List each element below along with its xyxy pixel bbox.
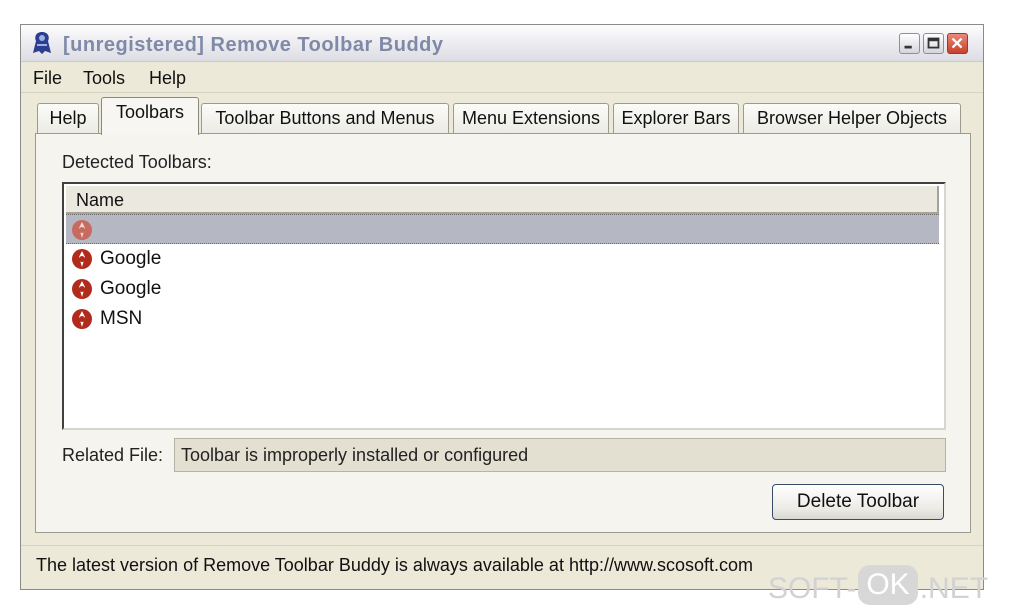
list-header[interactable]: Name xyxy=(66,186,939,214)
title-bar[interactable]: [unregistered] Remove Toolbar Buddy xyxy=(21,25,983,62)
maximize-icon xyxy=(927,37,940,49)
watermark-part-2: OK xyxy=(858,565,918,605)
list-item-label: MSN xyxy=(100,308,143,329)
detected-toolbars-label: Detected Toolbars: xyxy=(62,152,212,172)
tab-toolbars[interactable]: Toolbars xyxy=(101,97,199,135)
tab-browser-helper-objects[interactable]: Browser Helper Objects xyxy=(743,103,961,133)
toolbar-icon xyxy=(72,279,92,299)
minimize-icon xyxy=(904,45,912,49)
related-file-label: Related File: xyxy=(62,445,164,465)
close-icon xyxy=(951,37,963,49)
list-item-label: Google xyxy=(100,278,162,299)
list-item[interactable]: MSN xyxy=(66,304,939,334)
toolbars-panel: Detected Toolbars: Name Google Google MS… xyxy=(35,133,971,533)
tab-help[interactable]: Help xyxy=(37,103,99,133)
toolbar-icon xyxy=(72,309,92,329)
watermark-part-1: SOFT- xyxy=(768,572,857,605)
tab-menu-extensions[interactable]: Menu Extensions xyxy=(453,103,609,133)
window-title: [unregistered] Remove Toolbar Buddy xyxy=(63,34,444,56)
watermark-part-3: .NET xyxy=(919,572,989,605)
close-button[interactable] xyxy=(947,33,968,54)
minimize-button[interactable] xyxy=(899,33,920,54)
maximize-button[interactable] xyxy=(923,33,944,54)
status-text: The latest version of Remove Toolbar Bud… xyxy=(36,555,754,575)
menu-tools[interactable]: Tools xyxy=(83,68,125,89)
menu-bar: File Tools Help xyxy=(21,62,983,93)
delete-toolbar-button[interactable]: Delete Toolbar xyxy=(772,484,944,520)
column-header-name[interactable]: Name xyxy=(76,190,124,211)
list-item-label: Google xyxy=(100,248,162,269)
app-window: [unregistered] Remove Toolbar Buddy File… xyxy=(20,24,984,590)
list-item[interactable]: Google xyxy=(66,274,939,304)
toolbar-icon xyxy=(72,249,92,269)
tab-explorer-bars[interactable]: Explorer Bars xyxy=(613,103,739,133)
toolbar-icon xyxy=(72,220,92,240)
watermark-logo: SOFT- OK .NET xyxy=(768,565,988,605)
related-file-field[interactable]: Toolbar is improperly installed or confi… xyxy=(174,438,946,472)
menu-help[interactable]: Help xyxy=(149,68,186,89)
list-item[interactable]: Google xyxy=(66,244,939,274)
tab-toolbar-buttons-and-menus[interactable]: Toolbar Buttons and Menus xyxy=(201,103,449,133)
tab-strip: Help Toolbars Toolbar Buttons and Menus … xyxy=(21,95,983,135)
menu-file[interactable]: File xyxy=(33,68,62,89)
app-icon xyxy=(33,32,51,54)
toolbars-list[interactable]: Name Google Google MSN xyxy=(62,182,946,430)
list-item[interactable] xyxy=(66,214,939,244)
